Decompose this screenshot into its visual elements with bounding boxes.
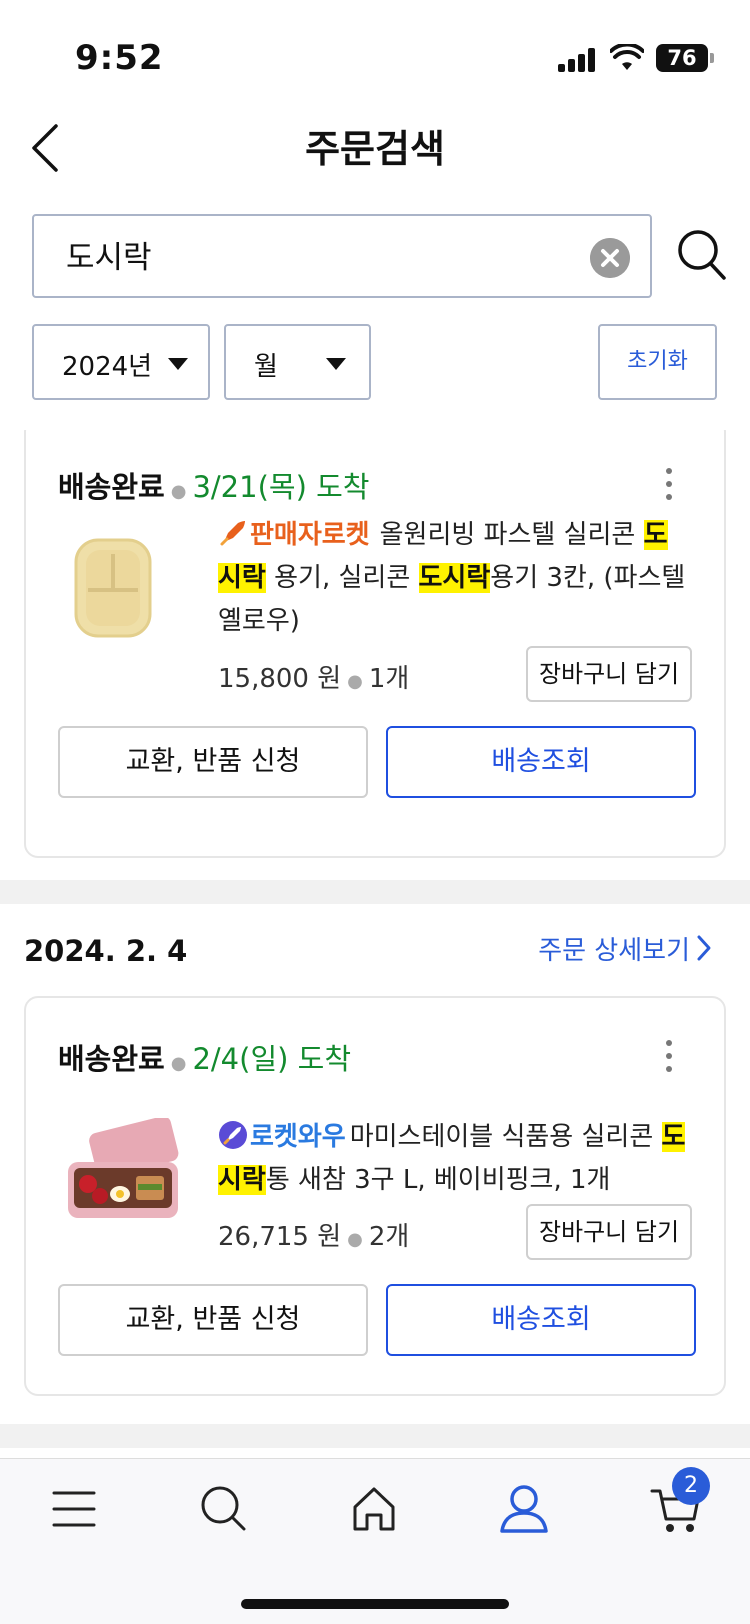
price-qty: 26,715 원 ● 2개 <box>218 1222 410 1252</box>
track-delivery-button[interactable]: 배송조회 <box>386 726 696 798</box>
rocket-icon <box>219 1121 247 1149</box>
search-icon[interactable] <box>196 1481 252 1537</box>
product-image[interactable] <box>62 532 170 642</box>
search-box[interactable] <box>32 214 652 298</box>
arrival-date: 3/21(목) 도착 <box>192 470 370 504</box>
section-divider <box>0 1424 750 1448</box>
price-qty: 15,800 원 ● 1개 <box>218 664 410 694</box>
order-date: 2024. 2. 4 <box>24 934 188 968</box>
year-select-label: 2024년 <box>62 352 153 382</box>
section-divider <box>0 880 750 904</box>
month-select-label: 월 <box>254 352 278 382</box>
cart-nav[interactable]: 2 <box>648 1467 710 1537</box>
home-icon[interactable] <box>346 1481 402 1537</box>
add-to-cart-button[interactable]: 장바구니 담기 <box>526 1204 692 1260</box>
status-bar: 9:52 76 <box>0 0 750 100</box>
product-name-part: 통 새참 3구 L, 베이비핑크, 1개 <box>265 1165 611 1195</box>
search-highlight: 도시락 <box>418 563 491 593</box>
add-to-cart-button[interactable]: 장바구니 담기 <box>526 646 692 702</box>
price: 15,800 원 <box>218 664 342 694</box>
delivery-status: 배송완료 ● 3/21(목) 도착 <box>58 470 370 504</box>
order-detail-link[interactable]: 주문 상세보기 <box>538 930 690 967</box>
rocket-icon <box>220 521 245 546</box>
arrival-date: 2/4(일) 도착 <box>192 1042 352 1076</box>
menu-icon[interactable] <box>46 1481 102 1537</box>
product-name[interactable]: 판매자로켓 올원리빙 파스텔 실리콘 도시락 용기, 실리콘 도시락용기 3칸, … <box>218 514 688 643</box>
reset-button[interactable]: 초기화 <box>598 324 717 400</box>
cart-count-badge: 2 <box>672 1467 710 1505</box>
quantity: 1개 <box>368 664 410 694</box>
order-card: 배송완료 ● 2/4(일) 도착 로켓와우 마미스테이블 식품용 실리콘 도시락통 새… <box>24 996 726 1396</box>
home-indicator <box>241 1599 509 1609</box>
caret-down-icon <box>326 358 346 370</box>
clear-icon[interactable] <box>590 238 630 278</box>
more-vertical-icon[interactable] <box>664 468 674 508</box>
return-exchange-button[interactable]: 교환, 반품 신청 <box>58 726 368 798</box>
year-select[interactable]: 2024년 <box>32 324 210 400</box>
return-exchange-button[interactable]: 교환, 반품 신청 <box>58 1284 368 1356</box>
month-select[interactable]: 월 <box>224 324 371 400</box>
product-image[interactable] <box>62 1118 182 1228</box>
signal-icon <box>558 48 600 72</box>
bottom-nav: 2 <box>0 1458 750 1624</box>
order-card: 배송완료 ● 3/21(목) 도착 판매자로켓 올원리빙 파스텔 실리콘 도시락 용기… <box>24 430 726 858</box>
delivery-status: 배송완료 ● 2/4(일) 도착 <box>58 1042 352 1076</box>
page-title: 주문검색 <box>305 127 445 171</box>
rocket-wow-badge: 로켓와우 <box>250 1122 346 1152</box>
caret-down-icon <box>168 358 188 370</box>
price: 26,715 원 <box>218 1222 342 1252</box>
chevron-right-icon[interactable] <box>696 934 712 962</box>
product-name-part: 올원리빙 파스텔 실리콘 <box>379 520 644 550</box>
product-name-part: 용기, 실리콘 <box>265 563 419 593</box>
search-icon[interactable] <box>676 228 728 282</box>
search-input[interactable] <box>66 236 546 272</box>
status-label: 배송완료 <box>58 1042 165 1076</box>
product-name-part: 마미스테이블 식품용 실리콘 <box>349 1122 662 1152</box>
wifi-icon <box>610 44 644 70</box>
header: 주문검색 <box>0 100 750 200</box>
quantity: 2개 <box>368 1222 410 1252</box>
user-icon[interactable] <box>496 1481 552 1537</box>
product-name[interactable]: 로켓와우 마미스테이블 식품용 실리콘 도시락통 새참 3구 L, 베이비핑크, … <box>218 1116 688 1202</box>
battery-icon: 76 <box>656 44 714 72</box>
track-delivery-button[interactable]: 배송조회 <box>386 1284 696 1356</box>
seller-rocket-badge: 판매자로켓 <box>250 520 370 550</box>
order-list[interactable]: 배송완료 ● 3/21(목) 도착 판매자로켓 올원리빙 파스텔 실리콘 도시락 용기… <box>0 430 750 1458</box>
more-vertical-icon[interactable] <box>664 1040 674 1080</box>
status-time: 9:52 <box>75 38 164 78</box>
status-label: 배송완료 <box>58 470 165 504</box>
